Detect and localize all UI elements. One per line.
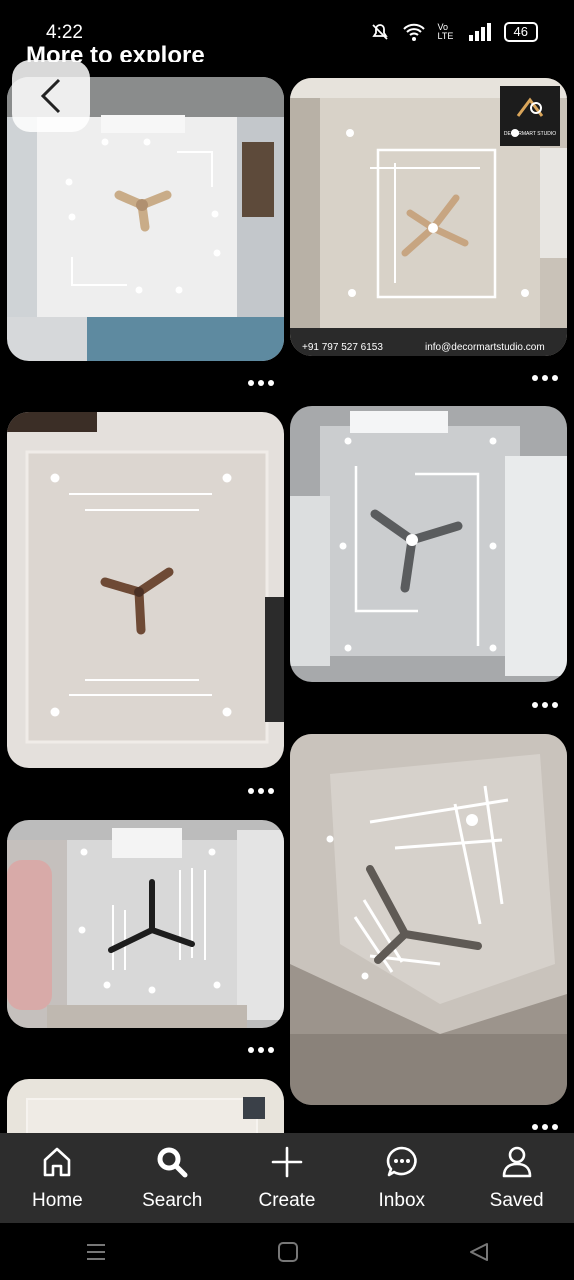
nav-saved[interactable]: Saved: [467, 1145, 567, 1212]
wifi-icon: [402, 23, 425, 41]
home-icon: [44, 1147, 71, 1177]
pin-6-more-button[interactable]: [532, 1124, 558, 1130]
pin-4-more-button[interactable]: [532, 702, 558, 708]
pin-card-3[interactable]: [7, 412, 284, 768]
pin-image-ceiling-5: [7, 820, 284, 1028]
decormart-logo-icon: [516, 97, 544, 117]
system-nav: [0, 1223, 574, 1280]
chat-bubble-icon: [386, 1146, 417, 1177]
nav-saved-label: Saved: [489, 1190, 544, 1211]
mute-icon: [371, 24, 388, 40]
pin-image-ceiling-7: [7, 1079, 284, 1139]
pin-1-more-button[interactable]: [248, 380, 274, 386]
watermark-email: info@decormartstudio.com: [425, 342, 545, 353]
signal-icon: [468, 23, 491, 41]
home-square-icon[interactable]: [277, 1241, 299, 1263]
pin-image-ceiling-6: [290, 734, 567, 1105]
back-triangle-icon[interactable]: [468, 1241, 490, 1263]
chevron-left-icon: [40, 78, 61, 114]
pin-3-more-button[interactable]: [248, 788, 274, 794]
pin-image-ceiling-3: [7, 412, 284, 768]
watermark-phone: +91 797 527 6153: [302, 342, 383, 353]
nav-home[interactable]: Home: [7, 1145, 107, 1212]
pin-5-more-button[interactable]: [248, 1047, 274, 1053]
status-icons: Vo LTE 46: [370, 22, 538, 42]
profile-icon: [502, 1146, 531, 1178]
nav-search-label: Search: [142, 1190, 203, 1211]
recents-icon[interactable]: [84, 1240, 108, 1264]
nav-search[interactable]: Search: [122, 1145, 222, 1212]
nav-home-label: Home: [32, 1190, 83, 1211]
bottom-nav: Home Search Create Inbox Saved: [0, 1133, 574, 1223]
search-icon: [157, 1147, 188, 1178]
nav-inbox-label: Inbox: [378, 1190, 426, 1211]
pin-card-7[interactable]: [7, 1079, 284, 1139]
battery-icon: 46: [503, 22, 538, 42]
pin-card-2[interactable]: DECORMART STUDIO +91 797 527 6153 info@d…: [290, 78, 567, 356]
plus-icon: [271, 1146, 303, 1178]
nav-create-label: Create: [258, 1190, 316, 1211]
volte-icon: Vo LTE: [437, 22, 454, 41]
brand-logo: DECORMART STUDIO: [500, 86, 560, 146]
nav-create[interactable]: Create: [237, 1145, 337, 1212]
back-button[interactable]: [12, 60, 90, 132]
nav-inbox[interactable]: Inbox: [352, 1145, 452, 1212]
page-title: More to explore: [26, 42, 205, 62]
brand-name: DECORMART STUDIO: [503, 131, 557, 137]
pin-2-more-button[interactable]: [532, 375, 558, 381]
pin-image-ceiling-4: [290, 406, 567, 682]
pin-card-6[interactable]: [290, 734, 567, 1105]
pin-card-4[interactable]: [290, 406, 567, 682]
pin-card-5[interactable]: [7, 820, 284, 1028]
